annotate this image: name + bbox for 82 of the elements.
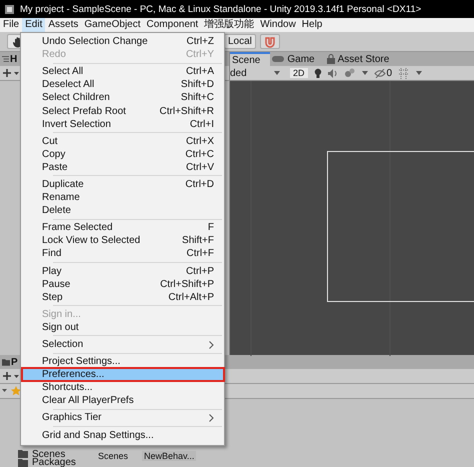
folder-label[interactable]: Scenes [32, 450, 66, 459]
draw-mode-dropdown[interactable]: ded [230, 68, 247, 78]
menu-item[interactable]: Step Ctrl+Alt+P [22, 290, 224, 304]
menu-item[interactable]: Selection [22, 338, 224, 352]
gamepad-icon [272, 55, 284, 63]
hierarchy-tab[interactable]: H [10, 54, 18, 64]
menu-item[interactable]: Undo Selection Change Ctrl+Z [22, 35, 224, 48]
2d-toggle[interactable]: 2D [290, 68, 308, 78]
folder-label[interactable]: Packages [32, 458, 76, 467]
menu-item[interactable]: Edit [22, 18, 46, 32]
menu-item[interactable]: Help [298, 18, 326, 32]
file-label[interactable]: NewBehav... [142, 451, 196, 461]
hidden-count[interactable]: 0 [386, 68, 392, 78]
add-dropdown-icon[interactable] [2, 371, 20, 381]
unity-icon [4, 4, 15, 14]
menu-item[interactable]: Component [144, 18, 202, 32]
menu-item[interactable]: Pause Ctrl+Shift+P [22, 278, 224, 291]
menu-item[interactable]: Cut Ctrl+X [22, 134, 224, 148]
menu-item[interactable]: Sign out [22, 320, 224, 334]
shortcut-label: Ctrl+I [190, 118, 214, 130]
shortcut-label: Ctrl+D [185, 178, 214, 190]
menu-item[interactable]: GameObject [81, 18, 144, 32]
shortcut-label: Ctrl+C [185, 148, 214, 160]
menu-item[interactable]: Copy Ctrl+C [22, 148, 224, 161]
menu-item[interactable]: Select Children Shift+C [22, 91, 224, 104]
window-title: My project - SampleScene - PC, Mac & Linux Standalone - Unity 2019.3.14f1 Personal <DX11> [20, 4, 422, 14]
menu-item[interactable]: 增强版功能 [201, 18, 258, 32]
shortcut-label: Ctrl+Z [186, 36, 214, 48]
shortcut-label: Ctrl+F [186, 248, 214, 260]
scene-tab[interactable]: Asset Store [324, 52, 400, 66]
shortcut-label: Ctrl+Shift+R [160, 106, 214, 117]
caret-icon[interactable] [362, 71, 368, 75]
menu-item[interactable]: Clear All PlayerPrefs [22, 394, 224, 408]
breadcrumb[interactable]: Scenes [98, 451, 128, 461]
menu-item[interactable]: Graphics Tier [22, 411, 224, 425]
shortcut-label: Ctrl+Alt+P [168, 292, 214, 303]
menu-item[interactable]: Find Ctrl+F [22, 247, 224, 260]
menu-item[interactable]: Assets [45, 18, 82, 32]
shortcut-label: F [208, 222, 214, 234]
snap-button[interactable] [260, 34, 280, 49]
shortcut-label: Shift+D [180, 79, 214, 90]
menu-item[interactable]: Duplicate Ctrl+D [22, 178, 224, 192]
shortcut-label: Shift+F [182, 235, 214, 246]
local-button[interactable]: Local [224, 34, 256, 49]
menu-item[interactable]: Project Settings... [22, 355, 224, 368]
gizmo-grid-icon[interactable] [398, 68, 410, 78]
scene-tab[interactable]: Game [270, 52, 325, 66]
light-bulb-icon[interactable] [314, 68, 322, 78]
menu-item[interactable]: Shortcuts... [22, 381, 224, 394]
menu-item[interactable]: File [0, 18, 22, 32]
menu-item[interactable]: Grid and Snap Settings... [22, 428, 224, 442]
shortcut-label: Ctrl+Y [186, 49, 214, 60]
speaker-icon[interactable] [328, 68, 338, 78]
menu-item[interactable]: Paste Ctrl+V [22, 160, 224, 174]
shortcut-label: Ctrl+X [186, 136, 214, 147]
shortcut-label: Shift+C [180, 92, 214, 104]
folder-icon [2, 358, 10, 366]
menu-item[interactable]: Preferences... [22, 368, 224, 382]
shortcut-label: Ctrl+A [186, 66, 214, 78]
caret-icon[interactable] [416, 71, 422, 75]
menu-item[interactable]: Frame Selected F [22, 221, 224, 234]
shortcut-label: Ctrl+Shift+P [160, 278, 214, 290]
menu-item[interactable]: Delete [22, 204, 224, 218]
menu-item[interactable]: Lock View to Selected Shift+F [22, 234, 224, 248]
menu-item[interactable]: Invert Selection Ctrl+I [22, 118, 224, 131]
shortcut-label: Ctrl+P [186, 266, 214, 277]
star-icon [2, 386, 22, 396]
list-icon [2, 55, 9, 63]
menu-item[interactable]: Deselect All Shift+D [22, 78, 224, 92]
menu-item[interactable]: Select All Ctrl+A [22, 65, 224, 78]
shortcut-label: Ctrl+V [186, 162, 214, 173]
menu-item[interactable]: Play Ctrl+P [22, 264, 224, 278]
caret-icon [274, 71, 280, 75]
menu-item[interactable]: Rename [22, 191, 224, 204]
add-dropdown-icon[interactable] [2, 68, 20, 78]
lock-icon [326, 54, 335, 64]
menu-item[interactable]: Select Prefab Root Ctrl+Shift+R [22, 104, 224, 118]
scene-tab[interactable]: Scene [230, 52, 270, 66]
eye-slash-icon [374, 68, 386, 78]
menu-item[interactable]: Window [257, 18, 299, 32]
project-tab[interactable]: P [11, 356, 18, 368]
effects-icon[interactable] [344, 68, 356, 78]
